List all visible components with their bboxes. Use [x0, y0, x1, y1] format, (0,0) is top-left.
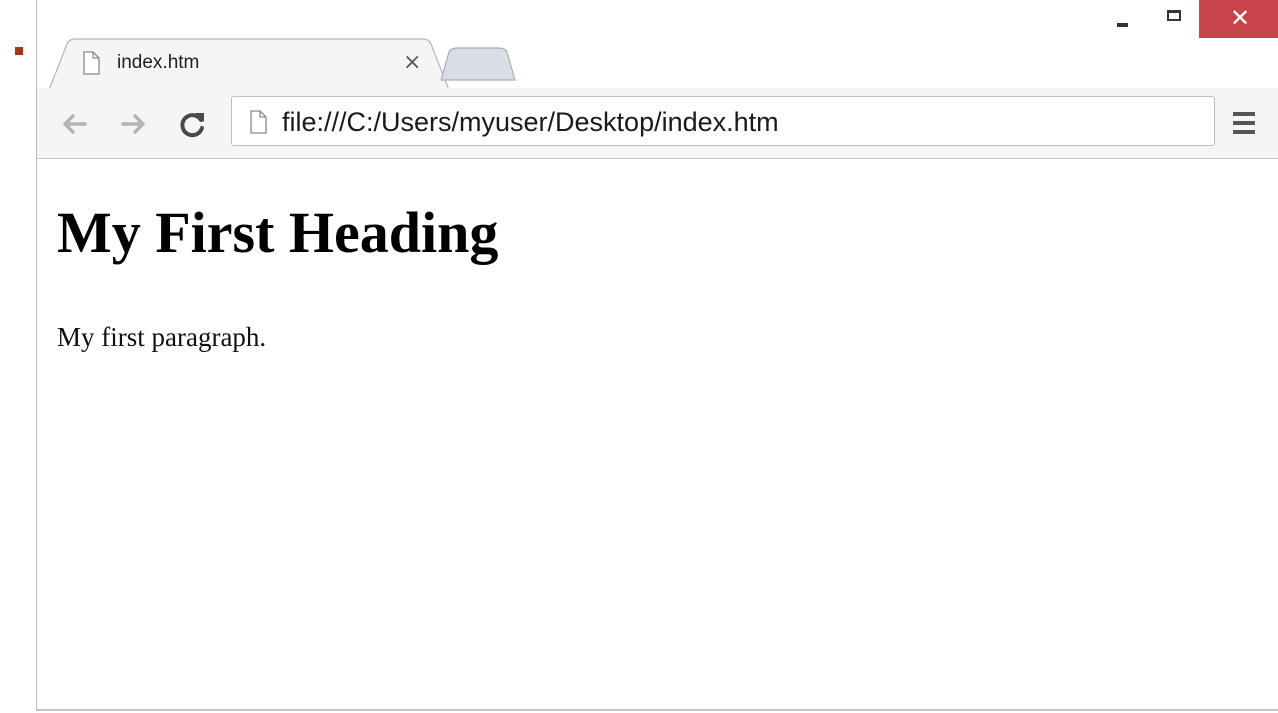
- url-text[interactable]: file:///C:/Users/myuser/Desktop/index.ht…: [282, 107, 779, 138]
- title-bar: index.htm × ✕: [37, 0, 1278, 90]
- minimize-icon: [1117, 23, 1128, 27]
- browser-window: index.htm × ✕ file:///C:/Users/myuser/De…: [36, 0, 1278, 711]
- reload-icon[interactable]: [177, 108, 209, 140]
- page-heading: My First Heading: [57, 200, 499, 265]
- browser-toolbar: file:///C:/Users/myuser/Desktop/index.ht…: [37, 88, 1278, 159]
- forward-arrow-icon[interactable]: [117, 108, 149, 140]
- tab-active[interactable]: [49, 38, 449, 90]
- menu-line: [1233, 112, 1255, 116]
- close-window-button[interactable]: ✕: [1199, 0, 1278, 38]
- address-bar[interactable]: file:///C:/Users/myuser/Desktop/index.ht…: [231, 96, 1215, 146]
- page-paragraph: My first paragraph.: [57, 322, 267, 352]
- page-icon: [250, 110, 267, 134]
- new-tab-button[interactable]: [439, 46, 519, 82]
- page-icon: [83, 51, 100, 75]
- menu-icon[interactable]: [1233, 112, 1261, 136]
- back-arrow-icon[interactable]: [59, 108, 91, 140]
- minimize-button[interactable]: [1097, 0, 1149, 36]
- tab-close-icon[interactable]: ×: [403, 50, 421, 76]
- menu-line: [1233, 121, 1255, 125]
- tab-title: index.htm: [117, 52, 200, 73]
- maximize-button[interactable]: [1151, 0, 1199, 36]
- close-icon: ✕: [1229, 4, 1251, 32]
- menu-line: [1233, 130, 1255, 134]
- page-content: My First Heading My first paragraph.: [37, 159, 1278, 707]
- slide-bullet: [15, 47, 23, 55]
- maximize-icon: [1167, 10, 1181, 21]
